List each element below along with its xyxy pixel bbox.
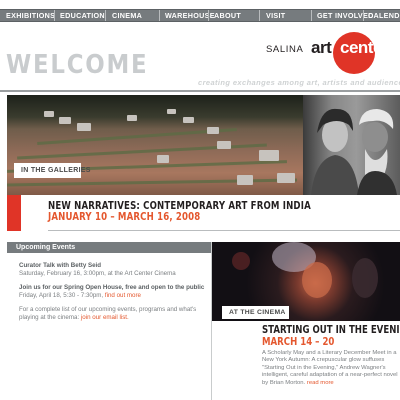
nav-education[interactable]: EDUCATION	[60, 10, 105, 21]
exhibition-dates: JANUARY 10 – MARCH 16, 2008	[48, 210, 201, 223]
page-title: WELCOME	[6, 50, 149, 80]
event-item: For a complete list of our upcoming even…	[19, 306, 209, 321]
nav-divider	[311, 10, 312, 21]
hero-image[interactable]	[7, 95, 400, 195]
nav-divider	[208, 10, 209, 21]
event-title: Join us for our Spring Open House, free …	[19, 284, 205, 292]
stone	[167, 109, 176, 114]
nav-divider	[259, 10, 260, 21]
stone	[259, 150, 279, 161]
nav-exhibitions[interactable]: EXHIBITIONS	[6, 10, 55, 21]
film-description-block: A Scholarly May and a Literary December …	[262, 350, 400, 387]
site-logo[interactable]: SALINA art center	[266, 32, 400, 74]
field-row	[7, 178, 298, 187]
logo-center: center	[340, 38, 389, 57]
nav-divider	[159, 10, 160, 21]
face-highlight	[302, 262, 332, 298]
logo-art: art	[311, 38, 332, 57]
event-detail: Saturday, February 16, 3:00pm, at the Ar…	[19, 269, 176, 277]
main-nav: EXHIBITIONS EDUCATION CINEMA WAREHOUSE A…	[0, 9, 400, 22]
stone	[44, 111, 54, 117]
nav-divider	[363, 10, 364, 21]
stone	[237, 175, 253, 185]
stone	[77, 123, 91, 131]
portrait-photo	[303, 95, 400, 195]
read-more-link[interactable]: read more	[307, 380, 334, 386]
event-item: Curator Talk with Betty Seid Saturday, F…	[19, 262, 209, 277]
stone	[277, 173, 295, 183]
event-title: Curator Talk with Betty Seid	[19, 262, 102, 269]
upcoming-events-heading: Upcoming Events	[7, 242, 211, 253]
film-dates: MARCH 14 – 20	[262, 335, 335, 348]
nav-divider	[54, 10, 55, 21]
nav-get-involved[interactable]: GET INVOLVED	[317, 10, 374, 21]
tagline: creating exchanges among art, artists an…	[198, 78, 400, 87]
nav-divider	[105, 10, 106, 21]
light-glow	[232, 252, 250, 270]
event-detail-row: Friday, April 18, 5:30 - 7:30pm, find ou…	[19, 292, 209, 300]
stone	[207, 127, 219, 134]
gallery-field-photo	[7, 95, 303, 195]
nav-visit[interactable]: VISIT	[266, 10, 285, 21]
find-out-more-link[interactable]: find out more	[105, 292, 141, 299]
feature-divider	[48, 230, 400, 231]
event-detail: Friday, April 18, 5:30 - 7:30pm,	[19, 291, 104, 299]
logo-prefix: SALINA	[266, 44, 304, 55]
header-divider	[0, 90, 400, 92]
at-the-cinema-tag[interactable]: AT THE CINEMA	[222, 306, 289, 319]
events-list: Curator Talk with Betty Seid Saturday, F…	[19, 262, 209, 329]
stone	[59, 117, 71, 124]
in-the-galleries-tag[interactable]: IN THE GALLERIES	[14, 163, 90, 178]
email-list-link[interactable]: join our email list.	[81, 314, 129, 321]
stone	[217, 141, 231, 149]
event-item: Join us for our Spring Open House, free …	[19, 284, 209, 299]
stone	[157, 155, 169, 163]
accent-bar	[7, 195, 21, 231]
nav-cinema[interactable]: CINEMA	[112, 10, 142, 21]
nav-calendar[interactable]: CALENDAR	[368, 10, 400, 21]
nav-about[interactable]: ABOUT	[214, 10, 241, 21]
figure-shadow	[352, 258, 378, 298]
portrait-illustration	[311, 108, 397, 195]
stone	[127, 115, 137, 121]
stone	[183, 117, 194, 123]
